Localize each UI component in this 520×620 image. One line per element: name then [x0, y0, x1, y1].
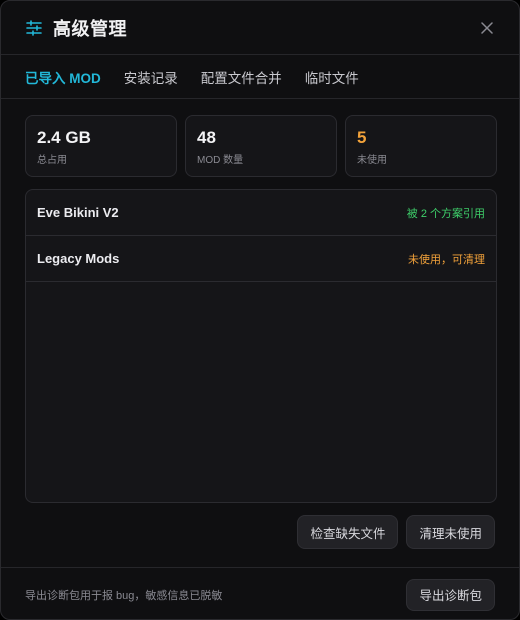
stat-value: 48	[197, 128, 216, 147]
mod-status: 被 2 个方案引用	[406, 207, 485, 220]
stat-label: MOD 数量	[197, 155, 244, 166]
dialog-header: 高级管理	[1, 1, 519, 55]
mod-status: 未使用，可清理	[408, 253, 485, 266]
mod-name: Eve Bikini V2	[37, 205, 119, 220]
list-item[interactable]: Legacy Mods 未使用，可清理	[26, 236, 496, 282]
tab-imported-mods[interactable]: 已导入 MOD	[25, 55, 101, 99]
stat-total-size: 2.4 GB 总占用	[25, 115, 177, 177]
advanced-management-dialog: 高级管理 已导入 MOD 安装记录 配置文件合并 临时文件 2.4 GB 总占用…	[0, 0, 520, 620]
stat-mod-count: 48 MOD 数量	[185, 115, 337, 177]
tab-config-merge[interactable]: 配置文件合并	[201, 55, 282, 99]
dialog-title: 高级管理	[53, 18, 127, 39]
stat-unused-count: 5 未使用	[345, 115, 497, 177]
tab-bar: 已导入 MOD 安装记录 配置文件合并 临时文件	[1, 55, 519, 99]
tab-install-history[interactable]: 安装记录	[124, 55, 178, 99]
stat-value: 2.4 GB	[37, 128, 91, 147]
dialog-footer: 导出诊断包用于报 bug，敏感信息已脱敏 导出诊断包	[1, 567, 519, 619]
tab-temp-files[interactable]: 临时文件	[305, 55, 359, 99]
clean-unused-button[interactable]: 清理未使用	[406, 515, 495, 549]
stat-value: 5	[357, 128, 367, 147]
mod-list: Eve Bikini V2 被 2 个方案引用 Legacy Mods 未使用，…	[25, 189, 497, 503]
export-diagnostics-button[interactable]: 导出诊断包	[406, 578, 495, 611]
list-item[interactable]: Eve Bikini V2 被 2 个方案引用	[26, 190, 496, 236]
stat-label: 总占用	[37, 155, 67, 166]
footer-hint: 导出诊断包用于报 bug，敏感信息已脱敏	[25, 589, 223, 602]
close-icon[interactable]	[477, 18, 497, 38]
stats-row: 2.4 GB 总占用 48 MOD 数量 5 未使用	[25, 115, 497, 177]
stat-label: 未使用	[357, 155, 387, 166]
check-missing-files-button[interactable]: 检查缺失文件	[297, 515, 399, 549]
mod-name: Legacy Mods	[37, 251, 120, 266]
list-actions: 检查缺失文件 清理未使用	[297, 515, 495, 549]
sliders-icon	[25, 19, 43, 37]
